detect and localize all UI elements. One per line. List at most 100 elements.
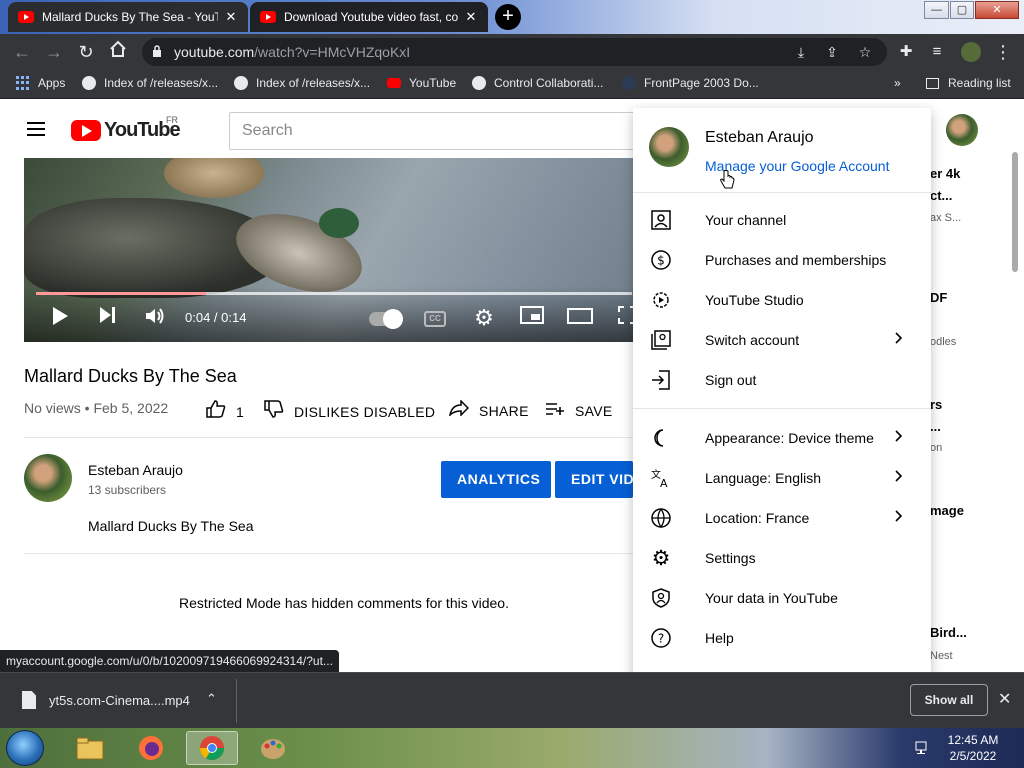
menu-divider (633, 192, 931, 193)
install-icon[interactable]: ⤓ (792, 43, 810, 61)
extensions-icon[interactable]: ✚ (894, 40, 918, 64)
download-item[interactable]: yt5s.com-Cinema....mp4 (49, 693, 190, 708)
bookmark-star-icon[interactable]: ☆ (856, 43, 874, 61)
related-title-fragment[interactable]: Bird... (930, 625, 967, 640)
menu-item-settings[interactable]: ⚙ Settings (633, 538, 931, 578)
bookmark-frontpage[interactable]: FrontPage 2003 Do... (622, 76, 759, 90)
menu-item-switch-account[interactable]: Switch account (633, 320, 931, 360)
page-scrollbar[interactable] (1012, 152, 1018, 272)
menu-item-sign-out[interactable]: Sign out (633, 360, 931, 400)
reload-icon[interactable]: ↻ (74, 40, 98, 64)
bookmark-apps[interactable]: Apps (16, 76, 65, 90)
media-control-icon[interactable]: ≡ (925, 40, 949, 64)
explorer-taskbar-icon[interactable] (64, 731, 116, 765)
account-name: Esteban Araujo (705, 129, 814, 146)
bookmarks-overflow-button[interactable]: » (894, 76, 901, 90)
account-menu-avatar (649, 127, 689, 167)
bookmark-youtube[interactable]: YouTube (387, 76, 456, 90)
menu-item-your-data[interactable]: Your data in YouTube (633, 578, 931, 618)
address-bar[interactable]: youtube.com/watch?v=HMcVHZqoKxI ⤓ ⇪ ☆ (142, 38, 887, 66)
save-button[interactable]: SAVE (545, 400, 613, 421)
menu-hamburger-icon[interactable] (27, 122, 45, 136)
firefox-taskbar-icon[interactable] (125, 731, 177, 765)
menu-item-purchases[interactable]: $ Purchases and memberships (633, 240, 931, 280)
related-title-fragment[interactable]: ... (930, 419, 941, 434)
profile-avatar-icon[interactable] (959, 40, 983, 64)
like-button[interactable]: 1 (206, 400, 244, 423)
start-button[interactable] (6, 730, 44, 766)
related-title-fragment[interactable]: mage (930, 503, 964, 518)
divider (24, 437, 634, 438)
browser-toolbar: ← → ↻ youtube.com/watch?v=HMcVHZqoKxI ⤓ … (0, 34, 1024, 70)
theater-mode-icon[interactable] (567, 306, 593, 330)
progress-bar[interactable] (36, 292, 632, 295)
dislike-label: DISLIKES DISABLED (294, 403, 436, 420)
menu-item-language[interactable]: 文A Language: English (633, 458, 931, 498)
related-title-fragment[interactable]: rs (930, 397, 942, 412)
close-shelf-icon[interactable]: ✕ (998, 689, 1011, 709)
network-icon[interactable] (914, 740, 930, 761)
file-icon (22, 691, 36, 709)
chevron-up-icon[interactable]: ⌃ (206, 691, 217, 707)
menu-item-your-channel[interactable]: Your channel (633, 200, 931, 240)
play-icon[interactable] (48, 306, 72, 332)
bookmark-label: Index of /releases/x... (104, 76, 219, 90)
home-icon[interactable] (106, 40, 130, 64)
tab-download-youtube[interactable]: Download Youtube video fast, co ✕ (250, 2, 488, 32)
menu-item-label: Appearance: Device theme (705, 430, 874, 446)
help-icon: ? (649, 626, 673, 650)
account-avatar-button[interactable] (946, 114, 978, 146)
apps-grid-icon (16, 76, 30, 90)
minimize-button[interactable]: — (924, 1, 949, 19)
menu-item-label: Switch account (705, 332, 800, 348)
window-close-button[interactable]: ✕ (975, 1, 1019, 19)
share-icon[interactable]: ⇪ (823, 43, 841, 61)
system-clock[interactable]: 12:45 AM 2/5/2022 (940, 732, 1006, 764)
globe-icon (234, 76, 248, 90)
menu-item-help[interactable]: ? Help (633, 618, 931, 658)
paint-taskbar-icon[interactable] (247, 731, 299, 765)
tab-close-icon[interactable]: ✕ (464, 9, 478, 25)
captions-icon[interactable]: CC (424, 311, 446, 327)
playlist-add-icon (545, 400, 565, 421)
bookmark-index-1[interactable]: Index of /releases/x... (82, 76, 218, 90)
volume-icon[interactable] (143, 306, 167, 332)
maximize-button[interactable]: ▢ (950, 1, 974, 19)
reading-list-button[interactable]: Reading list (926, 76, 1011, 90)
menu-item-appearance[interactable]: Appearance: Device theme (633, 418, 931, 458)
dislike-button[interactable]: DISLIKES DISABLED (264, 400, 435, 423)
share-button[interactable]: SHARE (448, 399, 529, 421)
related-title-fragment[interactable]: er 4k (930, 166, 960, 181)
tab-mallard-ducks[interactable]: Mallard Ducks By The Sea - YouTube ✕ (8, 2, 248, 32)
next-icon[interactable] (96, 306, 120, 330)
related-title-fragment[interactable]: DF (930, 290, 947, 305)
autoplay-toggle[interactable] (369, 309, 403, 329)
tab-title: Download Youtube video fast, co (284, 10, 458, 24)
chrome-taskbar-icon[interactable] (186, 731, 238, 765)
forward-icon[interactable]: → (42, 40, 66, 64)
globe-icon (649, 506, 673, 530)
channel-avatar[interactable] (24, 454, 72, 502)
miniplayer-icon[interactable] (519, 306, 545, 330)
related-channel-fragment: on (930, 442, 943, 454)
menu-item-youtube-studio[interactable]: YouTube Studio (633, 280, 931, 320)
video-player[interactable]: 0:04 / 0:14 CC ⚙ (24, 158, 644, 342)
bookmark-control-collab[interactable]: Control Collaborati... (472, 76, 603, 90)
menu-item-location[interactable]: Location: France (633, 498, 931, 538)
channel-name[interactable]: Esteban Araujo (88, 462, 183, 478)
back-icon[interactable]: ← (10, 40, 34, 64)
video-meta: No views • Feb 5, 2022 (24, 400, 169, 416)
new-tab-button[interactable]: + (495, 4, 521, 30)
edit-video-button[interactable]: EDIT VIDEO (555, 461, 633, 498)
youtube-logo[interactable]: YouTube FR (71, 115, 181, 142)
show-all-button[interactable]: Show all (910, 684, 988, 716)
search-input[interactable]: Search (229, 112, 649, 150)
related-title-fragment[interactable]: ct... (930, 188, 952, 203)
studio-gear-icon (649, 288, 673, 312)
analytics-button[interactable]: ANALYTICS (441, 461, 551, 498)
bookmark-index-2[interactable]: Index of /releases/x... (234, 76, 370, 90)
tab-close-icon[interactable]: ✕ (224, 9, 238, 25)
settings-gear-icon[interactable]: ⚙ (472, 306, 496, 330)
reading-list-icon (926, 77, 939, 89)
chrome-menu-icon[interactable]: ⋮ (991, 40, 1015, 64)
